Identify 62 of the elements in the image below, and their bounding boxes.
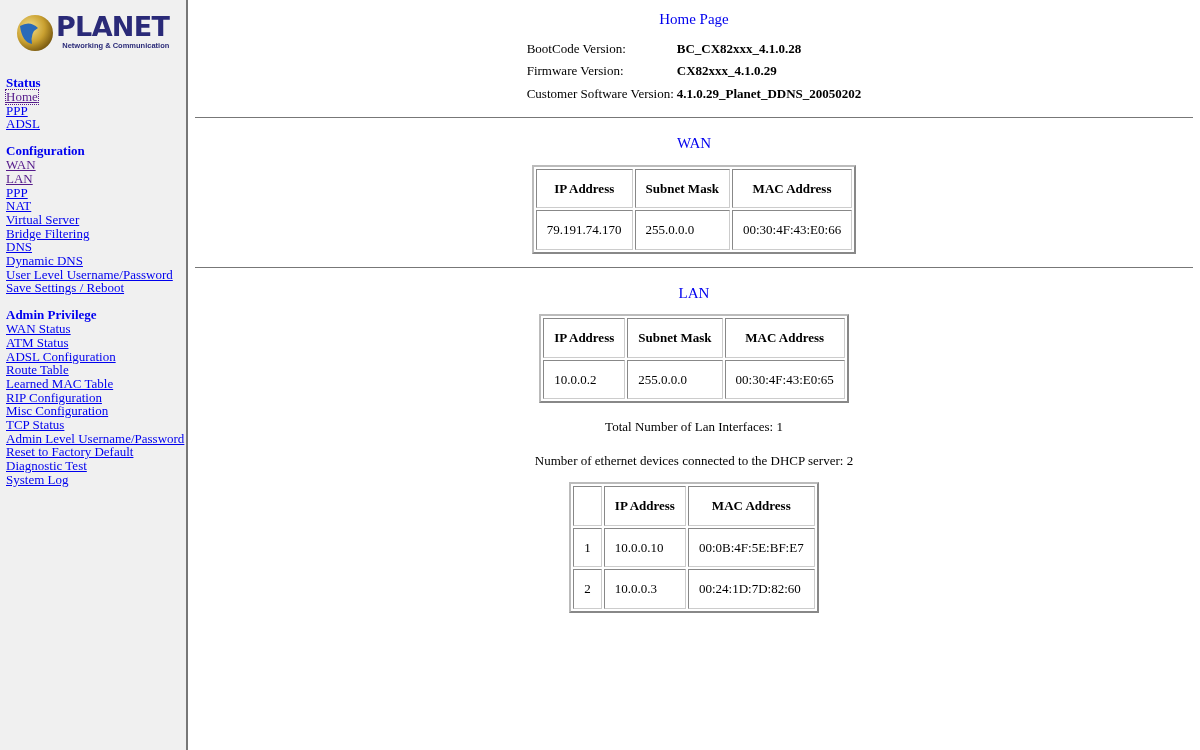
nav-link[interactable]: User Level Username/Password [6,267,173,282]
nav-link[interactable]: Learned MAC Table [6,376,114,391]
nav-link[interactable]: ADSL Configuration [6,349,116,364]
section-title: LAN [678,283,710,303]
interfaces-note: Total Number of Lan Interfaces: 1 [605,418,783,436]
column-header: MAC Address [687,486,815,526]
nav-link[interactable]: WAN [6,158,36,172]
table-cell: 10.0.0.10 [603,527,686,567]
globe-icon [16,14,54,52]
nav-link[interactable]: LAN [6,171,33,186]
column-header [573,486,602,526]
nav-link[interactable]: DNS [6,240,32,255]
section-heading: Status [6,76,41,90]
nav-link[interactable]: Reset to Factory Default [6,445,134,460]
table-cell: 255.0.0.0 [634,210,730,250]
table-cell: 00:30:4F:43:E0:65 [724,359,845,399]
column-header: Subnet Mask [627,318,723,358]
version-label: Firmware Version: [526,62,625,80]
nav-link[interactable]: PPP [6,103,28,118]
nav-link[interactable]: Bridge Filtering [6,226,90,241]
nav-link[interactable]: Diagnostic Test [6,459,87,473]
version-value: BC_CX82xxx_4.1.0.28 [676,39,803,58]
nav-link[interactable]: Virtual Server [6,212,80,227]
section-heading: Configuration [6,144,85,159]
nav-link[interactable]: Home [6,90,38,104]
nav-link[interactable]: RIP Configuration [6,390,102,405]
table-cell: 00:30:4F:43:E0:66 [731,210,853,250]
section-heading: Admin Privilege [6,308,97,323]
nav-link[interactable]: Save Settings / Reboot [6,281,125,296]
nav-link[interactable]: NAT [6,199,32,213]
table-cell: 255.0.0.0 [627,359,723,399]
nav-link[interactable]: Admin Level Username/Password [6,431,185,446]
section-title: WAN [676,134,712,153]
nav-link[interactable]: System Log [6,472,69,487]
nav-link[interactable]: TCP Status [6,418,65,432]
dhcp-note: Number of ethernet devices connected to the DHCP server: 2 [534,451,854,470]
version-value: CX82xxx_4.1.0.29 [676,62,778,80]
table-cell: 2 [573,569,602,609]
version-value: 4.1.0.29_Planet_DDNS_20050202 [676,84,862,103]
column-header: IP Address [603,486,686,526]
nav-link[interactable]: PPP [6,185,28,200]
column-header: IP Address [535,168,633,208]
column-header: MAC Address [724,318,845,358]
nav-link[interactable]: Dynamic DNS [6,254,83,268]
nav-link[interactable]: ATM Status [6,335,69,350]
table-cell: 79.191.74.170 [535,210,633,250]
nav-link[interactable]: Misc Configuration [6,404,109,419]
column-header: Subnet Mask [634,168,730,208]
logo-wordmark: PLANET [56,14,170,41]
table-cell: 10.0.0.2 [543,359,626,399]
nav-link[interactable]: WAN Status [6,322,71,336]
table-cell: 10.0.0.3 [603,569,686,609]
nav-link[interactable]: ADSL [6,117,40,132]
column-header: MAC Address [731,168,853,208]
table-cell: 00:0B:4F:5E:BF:E7 [687,527,815,567]
table-cell: 00:24:1D:7D:82:60 [687,569,815,609]
table-cell: 1 [573,527,602,567]
version-label: Customer Software Version: [526,84,674,103]
nav-link[interactable]: Route Table [6,363,69,377]
version-label: BootCode Version: [526,39,627,58]
column-header: IP Address [543,318,626,358]
page-title: Home Page [659,10,729,29]
